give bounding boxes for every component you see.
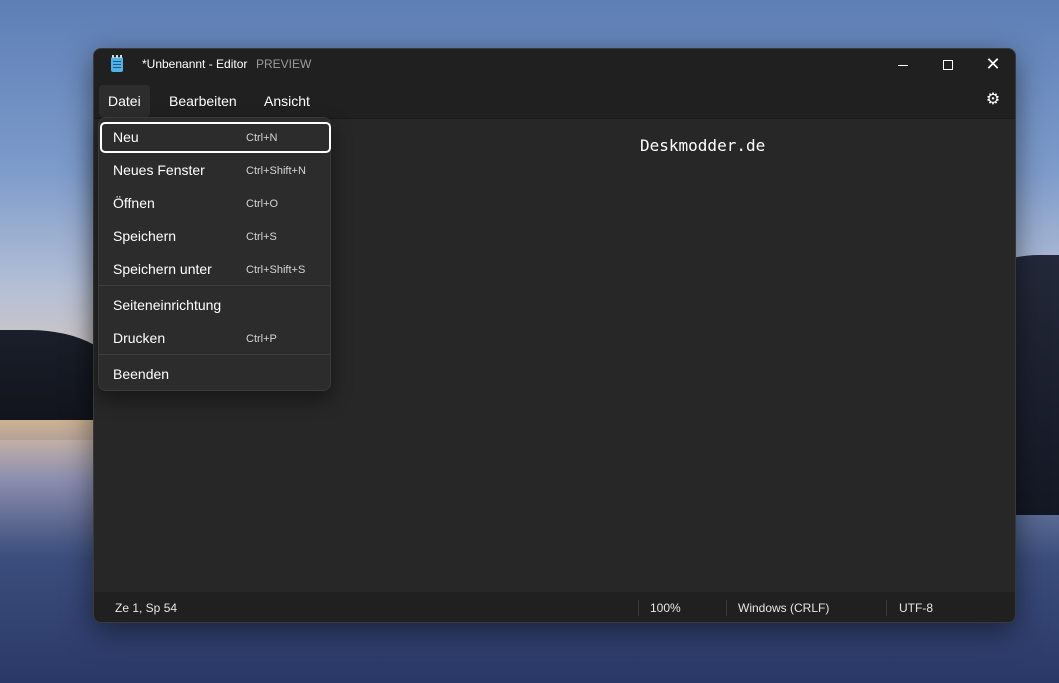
menu-item-label: Beenden: [113, 366, 170, 382]
menu-item-label: Speichern: [113, 228, 177, 244]
menu-item-shortcut: Ctrl+S: [246, 231, 277, 243]
menu-item-shortcut: Ctrl+Shift+S: [246, 264, 306, 276]
menu-item-neu[interactable]: Neu Ctrl+N: [99, 120, 331, 153]
status-divider: [726, 600, 727, 616]
menu-datei[interactable]: Datei: [99, 85, 150, 117]
menu-bearbeiten[interactable]: Bearbeiten: [160, 85, 246, 117]
menu-item-label: Öffnen: [113, 195, 155, 211]
preview-label: PREVIEW: [256, 57, 312, 71]
minimize-icon: [898, 64, 908, 66]
status-divider: [886, 600, 887, 616]
cursor-position: Ze 1, Sp 54: [115, 601, 178, 615]
menu-item-shortcut: Ctrl+O: [246, 198, 279, 210]
close-icon: ✕: [985, 54, 1001, 74]
menu-item-beenden[interactable]: Beenden: [99, 357, 330, 389]
menu-ansicht[interactable]: Ansicht: [255, 85, 319, 117]
menu-bar: Datei Bearbeiten Ansicht: [94, 81, 1015, 119]
menu-item-label: Neues Fenster: [113, 162, 205, 178]
gear-icon[interactable]: ⚙: [985, 92, 1001, 108]
menu-item-speichern[interactable]: Speichern Ctrl+S: [99, 219, 330, 251]
menu-item-label: Drucken: [113, 330, 166, 346]
window-title: *Unbenannt - Editor: [142, 57, 248, 71]
encoding[interactable]: UTF-8: [899, 601, 933, 615]
editor-content[interactable]: Deskmodder.de: [640, 136, 765, 155]
menu-item-oeffnen[interactable]: Öffnen Ctrl+O: [99, 186, 330, 218]
status-bar: Ze 1, Sp 54 100% Windows (CRLF) UTF-8: [94, 592, 1015, 622]
menu-item-label: Speichern unter: [113, 261, 212, 277]
zoom-level[interactable]: 100%: [650, 601, 681, 615]
title-bar[interactable]: *Unbenannt - Editor PREVIEW ✕: [94, 49, 1015, 81]
file-menu-dropdown: Neu Ctrl+N Neues Fenster Ctrl+Shift+N Öf…: [98, 117, 331, 391]
wallpaper-water-left: [0, 420, 100, 540]
menu-separator: [99, 354, 330, 355]
menu-item-drucken[interactable]: Drucken Ctrl+P: [99, 321, 330, 353]
menu-separator: [99, 285, 330, 286]
menu-item-label: Neu: [113, 129, 139, 145]
minimize-button[interactable]: [880, 49, 926, 81]
menu-item-neues-fenster[interactable]: Neues Fenster Ctrl+Shift+N: [99, 153, 330, 185]
line-ending[interactable]: Windows (CRLF): [738, 601, 829, 615]
maximize-button[interactable]: [925, 49, 971, 81]
menu-item-label: Seiteneinrichtung: [113, 297, 222, 313]
menu-item-shortcut: Ctrl+Shift+N: [246, 165, 306, 177]
menu-item-speichern-unter[interactable]: Speichern unter Ctrl+Shift+S: [99, 252, 330, 284]
status-divider: [638, 600, 639, 616]
menu-item-shortcut: Ctrl+N: [246, 132, 278, 144]
notepad-icon: [111, 55, 123, 72]
close-button[interactable]: ✕: [970, 49, 1015, 81]
menu-item-shortcut: Ctrl+P: [246, 333, 277, 345]
menu-item-seiteneinrichtung[interactable]: Seiteneinrichtung: [99, 288, 330, 320]
maximize-icon: [943, 60, 953, 71]
